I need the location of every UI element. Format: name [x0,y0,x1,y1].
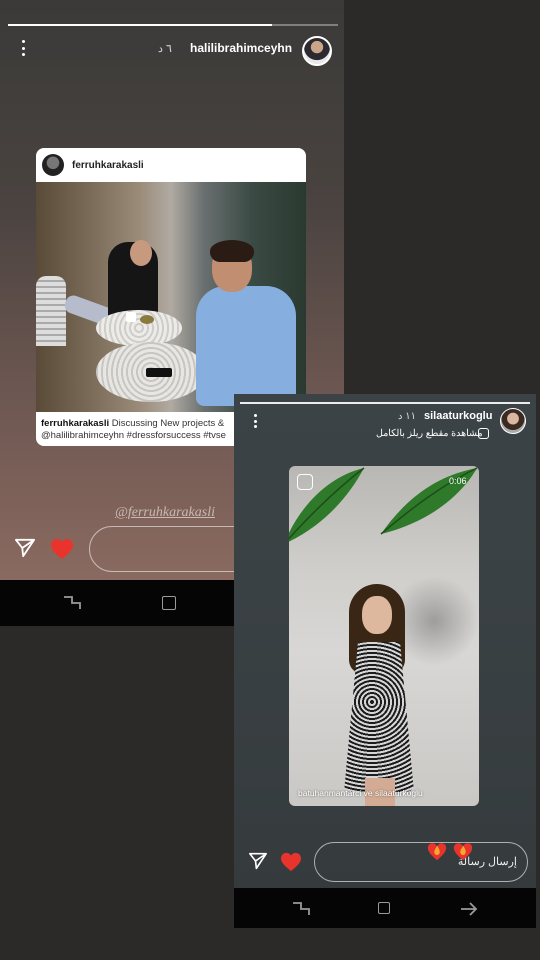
heart-icon[interactable] [280,852,302,872]
story-time: ٦ د [158,43,172,55]
heart-icon[interactable] [50,538,74,560]
android-navbar [234,888,536,928]
story-progress-bar [240,402,530,404]
avatar[interactable] [500,408,526,434]
send-icon[interactable] [14,538,36,558]
menu-dots-icon[interactable] [16,40,30,56]
post-header: ferruhkarakasli [36,148,306,182]
post-avatar [42,154,64,176]
story-time: ١١ د [398,411,416,422]
post-photo [36,182,306,412]
reels-link[interactable]: مشاهدة مقطع ريلز بالكامل [376,428,483,439]
heart-on-fire-icon [427,843,447,861]
reply-input[interactable]: إرسال رسالة [314,842,528,882]
send-icon[interactable] [248,852,268,870]
heart-on-fire-icon [453,843,473,861]
story-progress-bar [8,24,338,26]
story-username[interactable]: halilibrahimceyhn [190,41,292,55]
menu-dots-icon[interactable] [250,414,260,428]
nav-home-icon[interactable] [378,902,390,914]
story-screenshot-2: ١١ د silaaturkoglu مشاهدة مقطع ريلز بالك… [234,394,536,888]
reel-credit: batuhanmantarci ve silaaturkoglu [298,788,423,798]
nav-recent-icon[interactable] [292,902,310,916]
caption-text: Discussing New projects & [109,418,225,429]
nav-recent-icon[interactable] [63,596,81,610]
nav-back-icon[interactable] [460,902,478,916]
story-username[interactable]: silaaturkoglu [424,410,492,422]
caption-username: ferruhkarakasli [41,418,110,429]
caption-line2: @halilibrahimceyhn #dressforsuccess #tvs… [41,430,226,441]
post-username: ferruhkarakasli [72,159,144,171]
reel-duration: 0:06 [449,476,467,486]
reels-icon [478,428,489,439]
nav-home-icon[interactable] [162,596,176,610]
reel-preview[interactable]: 0:06 batuhanmantarci ve silaaturkoglu [289,466,479,806]
reels-icon [297,474,313,490]
avatar[interactable] [302,36,332,66]
mention-sticker[interactable]: @ferruhkarakasli [115,505,215,521]
